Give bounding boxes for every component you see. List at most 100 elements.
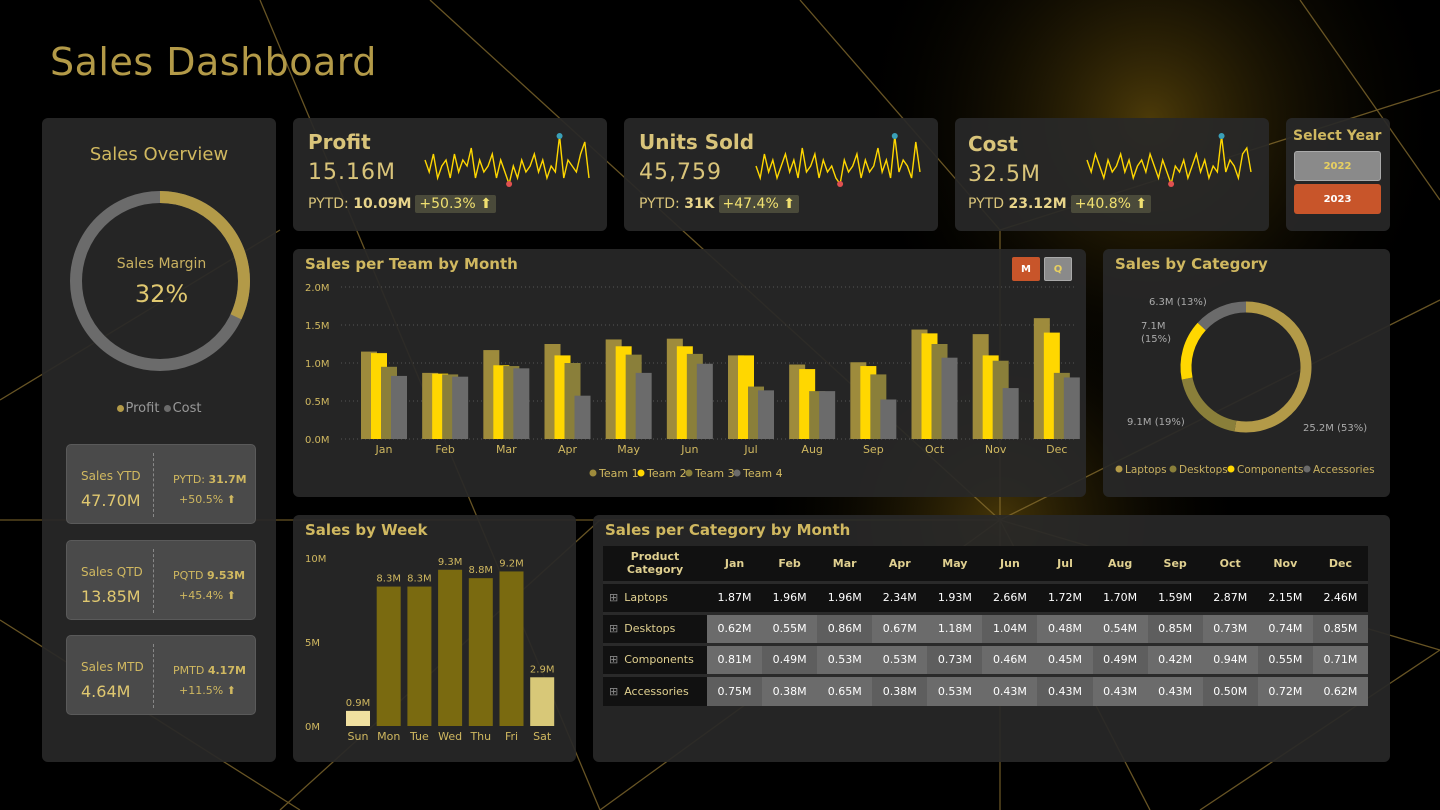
bar-data-label: 8.3M [376, 574, 401, 585]
x-tick-label: Mon [377, 730, 400, 743]
units-sparkline [755, 133, 921, 187]
row-category[interactable]: ⊞ Components [603, 642, 707, 675]
table-cell: 0.81M [707, 642, 763, 675]
week-panel: Sales by Week 0M 5M 10M 0.9M Sun 8.3M Mon 8.3M T… [293, 515, 576, 762]
sparkline-path [755, 135, 921, 186]
team-bar [391, 375, 407, 439]
table-cell: 0.62M [707, 611, 763, 644]
kpi-value: 32.5M [968, 162, 1041, 187]
kpi-value: 15.16M [308, 160, 396, 185]
table-cell: 0.86M [817, 611, 873, 644]
table-cell: 2.46M [1312, 580, 1368, 613]
select-year-title: Select Year [1293, 128, 1382, 144]
legend-marker [1115, 465, 1123, 473]
column-header-month[interactable]: Jan [707, 546, 763, 582]
expand-icon[interactable]: ⊞ [609, 622, 618, 635]
table-cell: 0.72M [1257, 673, 1313, 706]
table-cell: 0.73M [1202, 611, 1258, 644]
slice-data-label: (15%) [1141, 334, 1171, 345]
team-bar [635, 372, 652, 439]
legend-profit: Profit [116, 401, 159, 416]
legend-marker [1227, 465, 1235, 473]
table-cell: 2.66M [982, 580, 1038, 613]
column-header-month[interactable]: Jul [1037, 546, 1093, 582]
row-category[interactable]: ⊞ Accessories [603, 673, 707, 706]
matrix-title: Sales per Category by Month [605, 521, 851, 539]
column-header-month[interactable]: Mar [817, 546, 873, 582]
y-tick-label: 2.0M [305, 283, 330, 294]
table-cell: 1.96M [817, 580, 873, 613]
sparkline-min-marker [837, 181, 844, 187]
sparkline-max-marker [556, 133, 563, 139]
table-cell: 0.55M [762, 611, 818, 644]
table-cell: 1.93M [927, 580, 983, 613]
table-cell: 0.74M [1257, 611, 1313, 644]
legend-label: Team 3 [694, 467, 735, 480]
row-category[interactable]: ⊞ Laptops [603, 580, 707, 613]
column-header-month[interactable]: Jun [982, 546, 1038, 582]
cost-card: Cost 32.5M PYTD 23.12M +40.8% ⬆ [955, 118, 1269, 231]
week-bar-chart: 0M 5M 10M 0.9M Sun 8.3M Mon 8.3M Tue 9.3M Wed 8.8M T… [305, 554, 555, 743]
donut-label: Sales Margin [116, 256, 207, 272]
team-bar [758, 390, 774, 439]
x-tick-label: Feb [435, 443, 454, 456]
year-2022-button[interactable]: 2022 [1294, 151, 1381, 181]
bar-data-label: 8.8M [469, 565, 494, 576]
column-header-month[interactable]: Oct [1202, 546, 1258, 582]
x-tick-label: Nov [985, 443, 1007, 456]
table-row[interactable]: ⊞ Accessories 0.75M 0.38M 0.65M 0.38M 0.53M 0.4… [603, 673, 1368, 706]
sparkline-min-marker [1168, 181, 1175, 187]
column-header-category[interactable]: Product Category [603, 546, 707, 582]
table-cell: 2.15M [1257, 580, 1313, 613]
overview-legend: Profit Cost [42, 401, 276, 416]
week-bar [346, 710, 370, 726]
slice-data-label: 6.3M (13%) [1149, 297, 1207, 308]
bar-data-label: 9.2M [499, 558, 524, 569]
column-header-month[interactable]: Aug [1092, 546, 1148, 582]
sparkline-path [424, 135, 590, 187]
column-header-month[interactable]: May [927, 546, 983, 582]
team-bar [513, 368, 530, 439]
kpi-title: Units Sold [639, 130, 755, 154]
column-header-month[interactable]: Sep [1147, 546, 1203, 582]
expand-icon[interactable]: ⊞ [609, 653, 618, 666]
legend-marker [733, 469, 741, 477]
bar-data-label: 2.9M [530, 664, 555, 675]
x-tick-label: Oct [925, 443, 945, 456]
x-tick-label: Jul [743, 443, 757, 456]
donut-value: 32% [134, 280, 189, 308]
units-sold-card: Units Sold 45,759 PYTD: 31K +47.4% ⬆ [624, 118, 938, 231]
table-cell: 0.85M [1312, 611, 1368, 644]
table-row[interactable]: ⊞ Components 0.81M 0.49M 0.53M 0.53M 0.73M 0.46… [603, 642, 1368, 675]
kpi-title: Cost [968, 132, 1018, 156]
column-header-month[interactable]: Apr [872, 546, 928, 582]
select-year-panel: Select Year 2022 2023 [1286, 118, 1390, 231]
table-cell: 0.43M [1092, 673, 1148, 706]
table-row[interactable]: ⊞ Desktops 0.62M 0.55M 0.86M 0.67M 1.18M 1.04M 0… [603, 611, 1368, 644]
column-header-month[interactable]: Nov [1257, 546, 1313, 582]
legend-marker [1303, 465, 1311, 473]
x-tick-label: Jan [375, 443, 393, 456]
legend-marker [637, 469, 645, 477]
team-bar [819, 391, 836, 439]
kpi-pytd: PYTD: 31K +47.4% ⬆ [639, 195, 799, 213]
expand-icon[interactable]: ⊞ [609, 685, 618, 698]
table-cell: 0.75M [707, 673, 763, 706]
legend-cost: Cost [163, 401, 201, 416]
table-cell: 0.94M [1202, 642, 1258, 675]
column-header-month[interactable]: Feb [762, 546, 818, 582]
team-bar [880, 399, 897, 439]
table-cell: 0.53M [817, 642, 873, 675]
table-cell: 0.65M [817, 673, 873, 706]
table-cell: 1.70M [1092, 580, 1148, 613]
table-row[interactable]: ⊞ Laptops 1.87M 1.96M 1.96M 2.34M 1.93M 2.66M 1.… [603, 580, 1368, 613]
cost-sparkline [1086, 133, 1252, 187]
year-2023-button[interactable]: 2023 [1294, 184, 1381, 214]
expand-icon[interactable]: ⊞ [609, 591, 618, 604]
table-cell: 0.48M [1037, 611, 1093, 644]
x-tick-label: Aug [801, 443, 822, 456]
column-header-month[interactable]: Dec [1312, 546, 1368, 582]
row-category[interactable]: ⊞ Desktops [603, 611, 707, 644]
team-bar [1063, 377, 1080, 439]
table-cell: 0.85M [1147, 611, 1203, 644]
